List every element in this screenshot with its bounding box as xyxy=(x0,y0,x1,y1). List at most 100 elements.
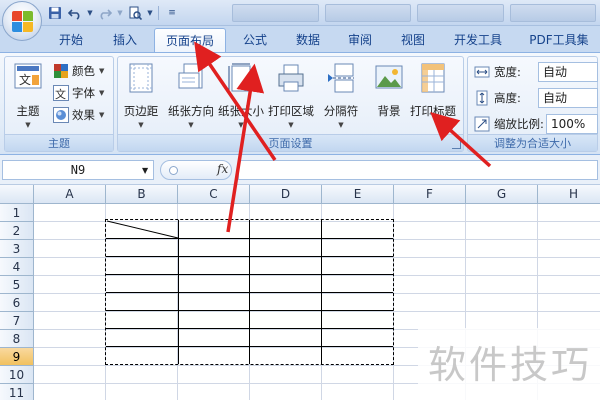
undo-icon[interactable] xyxy=(66,4,84,22)
redo-dropdown-icon[interactable]: ▼ xyxy=(116,4,124,22)
print-titles-button[interactable]: 打印标题 xyxy=(410,61,456,133)
row-header[interactable]: 1 xyxy=(0,204,34,222)
print-preview-icon[interactable] xyxy=(126,4,144,22)
chevron-down-icon: ▼ xyxy=(238,121,244,129)
fonts-label: 字体 xyxy=(72,86,95,100)
quick-access-toolbar: ▼ ▼ ▼ ≡ xyxy=(46,4,181,22)
themes-button[interactable]: 文 主题 ▼ xyxy=(5,61,51,133)
column-header[interactable]: H xyxy=(538,185,600,204)
scale-to-fit-group: 宽度: 自动 高度: 自动 缩放比例: 100% 调整为合适大小 xyxy=(467,56,598,152)
height-icon xyxy=(476,90,488,106)
print-titles-icon xyxy=(421,63,445,93)
insert-function-button[interactable]: fx xyxy=(217,162,228,176)
tab-insert[interactable]: 插入 xyxy=(104,28,146,52)
save-icon[interactable] xyxy=(46,4,64,22)
undo-dropdown-icon[interactable]: ▼ xyxy=(86,4,94,22)
ribbon-tabs: 开始 插入 页面布局 公式 数据 审阅 视图 开发工具 PDF工具集 xyxy=(0,26,600,52)
window-button[interactable] xyxy=(509,4,596,22)
height-select[interactable]: 自动 xyxy=(538,88,598,108)
print-area-border xyxy=(105,219,394,365)
scale-icon xyxy=(474,116,490,132)
effects-button[interactable]: 效果 ▼ xyxy=(53,105,104,125)
colors-button[interactable]: 颜色 ▼ xyxy=(53,61,104,81)
row-header[interactable]: 8 xyxy=(0,330,34,348)
column-header[interactable]: E xyxy=(322,185,394,204)
tab-data[interactable]: 数据 xyxy=(287,28,329,52)
row-header[interactable]: 2 xyxy=(0,222,34,240)
column-header[interactable]: B xyxy=(106,185,178,204)
row-header[interactable]: 5 xyxy=(0,276,34,294)
row-header[interactable]: 10 xyxy=(0,366,34,384)
width-icon xyxy=(474,66,490,78)
page-setup-group: 页边距 ▼ 纸张方向 ▼ 纸张大小 ▼ 打印区域 ▼ 分隔符 ▼ 背景 打印标题… xyxy=(117,56,464,152)
themes-group: 文 主题 ▼ 颜色 ▼ 文 字体 ▼ 效果 ▼ 主题 xyxy=(4,56,114,152)
scale-row: 缩放比例: xyxy=(474,113,554,135)
orientation-button[interactable]: 纸张方向 ▼ xyxy=(168,61,214,133)
scale-label: 缩放比例: xyxy=(494,117,544,131)
themes-group-label: 主题 xyxy=(5,134,113,151)
formula-bar: N9 ▼ fx xyxy=(0,155,600,185)
effects-icon xyxy=(53,107,69,123)
window-button[interactable] xyxy=(232,4,319,22)
select-all-button[interactable] xyxy=(0,185,34,204)
svg-text:文: 文 xyxy=(55,87,66,101)
row-header[interactable]: 4 xyxy=(0,258,34,276)
fonts-button[interactable]: 文 字体 ▼ xyxy=(53,83,104,103)
tab-home[interactable]: 开始 xyxy=(50,28,92,52)
width-select[interactable]: 自动 xyxy=(538,62,598,82)
qat-separator xyxy=(158,6,159,20)
window-button[interactable] xyxy=(417,4,504,22)
breaks-button[interactable]: 分隔符 ▼ xyxy=(318,61,364,133)
column-header[interactable]: F xyxy=(394,185,466,204)
tab-page-layout[interactable]: 页面布局 xyxy=(154,28,226,52)
breaks-icon xyxy=(328,63,354,93)
chevron-down-icon: ▼ xyxy=(338,121,344,129)
row-header[interactable]: 9 xyxy=(0,348,34,366)
customize-qat-icon[interactable]: ≡ xyxy=(163,4,181,22)
background-button[interactable]: 背景 xyxy=(366,61,412,133)
scale-to-fit-group-label: 调整为合适大小 xyxy=(468,134,597,151)
expand-handle-icon[interactable] xyxy=(169,166,178,175)
office-logo-icon xyxy=(12,11,34,33)
orientation-icon xyxy=(178,63,203,89)
tab-developer[interactable]: 开发工具 xyxy=(446,28,510,52)
page-size-icon xyxy=(228,63,251,92)
column-header[interactable]: G xyxy=(466,185,538,204)
formula-input[interactable] xyxy=(238,160,598,180)
print-area-button[interactable]: 打印区域 ▼ xyxy=(268,61,314,133)
title-bar: ▼ ▼ ▼ ≡ xyxy=(0,0,600,26)
chevron-down-icon[interactable]: ▼ xyxy=(142,166,148,175)
tab-review[interactable]: 审阅 xyxy=(339,28,381,52)
chevron-down-icon: ▼ xyxy=(99,89,105,97)
row-header[interactable]: 11 xyxy=(0,384,34,400)
row-header[interactable]: 7 xyxy=(0,312,34,330)
row-header[interactable]: 3 xyxy=(0,240,34,258)
scale-input[interactable]: 100% xyxy=(546,114,598,134)
tab-formulas[interactable]: 公式 xyxy=(234,28,276,52)
ribbon: 文 主题 ▼ 颜色 ▼ 文 字体 ▼ 效果 ▼ 主题 页边距 ▼ 纸张方向 ▼ … xyxy=(0,52,600,155)
margins-icon xyxy=(129,63,153,93)
chevron-down-icon: ▼ xyxy=(25,121,31,129)
chevron-down-icon: ▼ xyxy=(138,121,144,129)
window-strip xyxy=(232,4,596,22)
column-header[interactable]: D xyxy=(250,185,322,204)
themes-button-label: 主题 xyxy=(16,104,40,118)
window-button[interactable] xyxy=(324,4,411,22)
dialog-launcher-icon[interactable] xyxy=(452,140,461,149)
watermark-text: 软件技巧 xyxy=(428,343,593,387)
tab-pdf-tools[interactable]: PDF工具集 xyxy=(522,28,596,52)
formula-controls: fx xyxy=(160,160,232,180)
redo-icon[interactable] xyxy=(96,4,114,22)
chevron-down-icon: ▼ xyxy=(99,111,105,119)
size-button[interactable]: 纸张大小 ▼ xyxy=(218,61,264,133)
name-box[interactable]: N9 xyxy=(2,160,154,180)
office-button[interactable] xyxy=(2,1,42,41)
qat-dropdown-icon[interactable]: ▼ xyxy=(146,4,154,22)
row-header[interactable]: 6 xyxy=(0,294,34,312)
chevron-down-icon: ▼ xyxy=(99,67,105,75)
column-header[interactable]: A xyxy=(34,185,106,204)
tab-view[interactable]: 视图 xyxy=(392,28,434,52)
column-header[interactable]: C xyxy=(178,185,250,204)
margins-button[interactable]: 页边距 ▼ xyxy=(118,61,164,133)
colors-label: 颜色 xyxy=(72,64,95,78)
